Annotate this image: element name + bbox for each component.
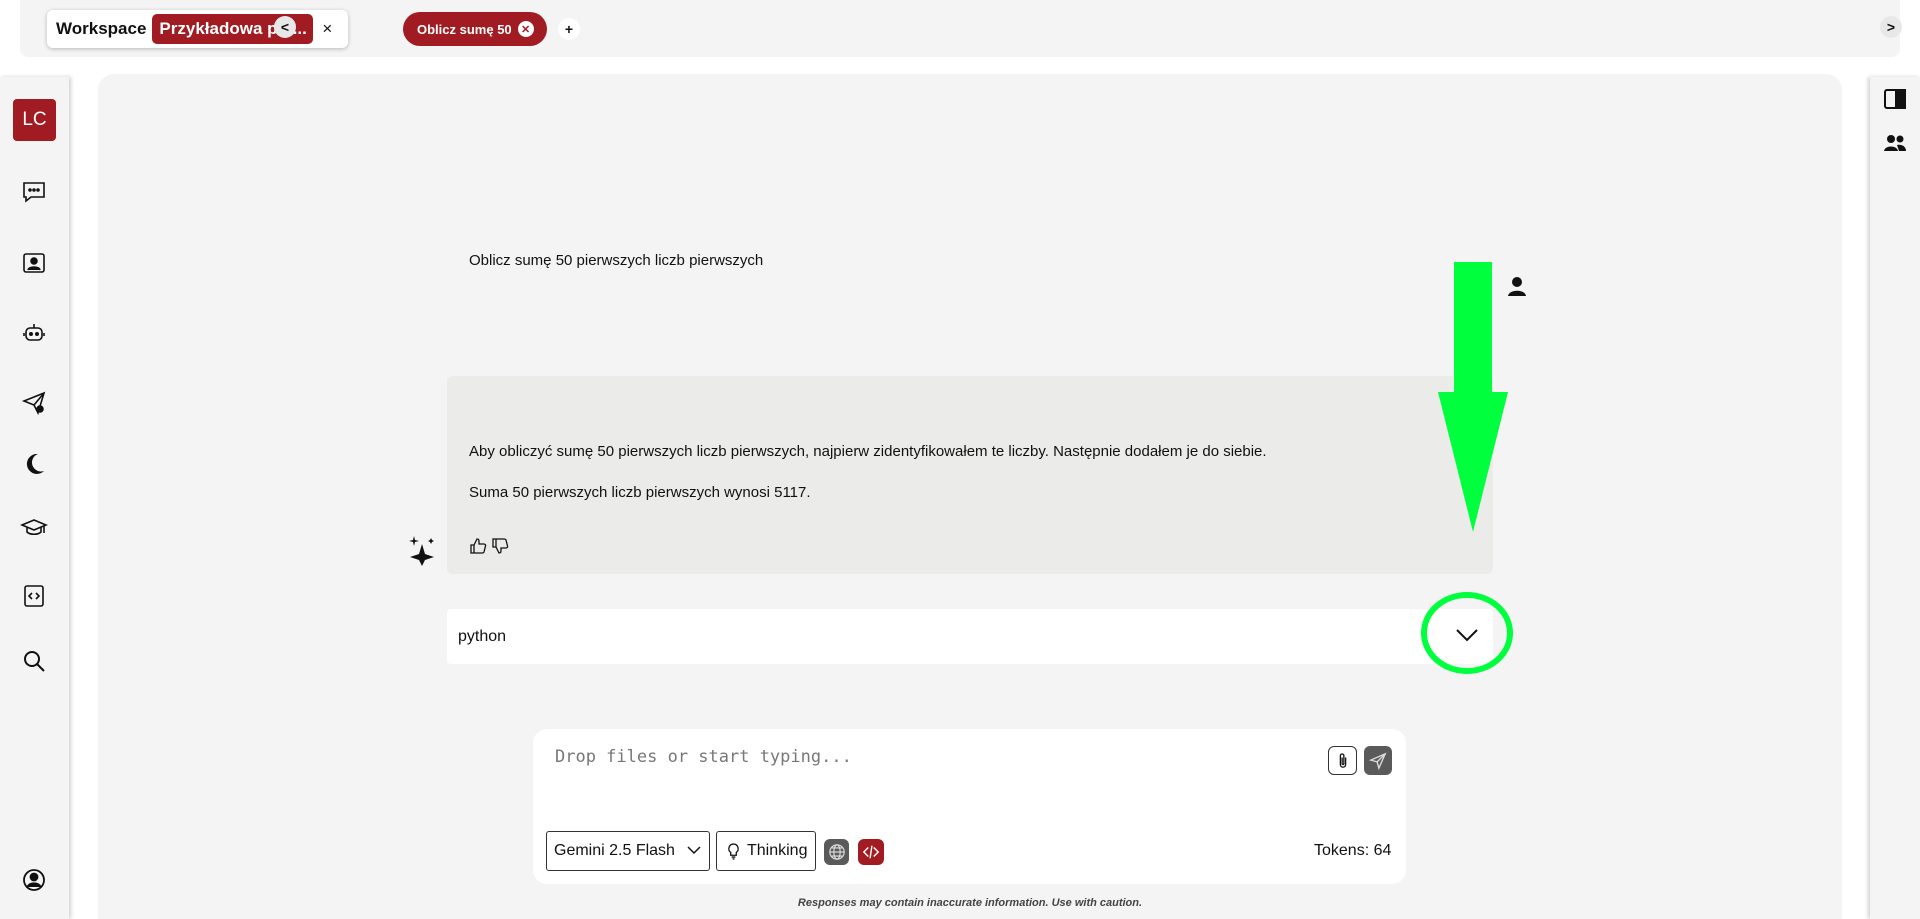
disclaimer-text: Responses may contain inaccurate informa… (797, 897, 1143, 909)
code-execution-icon[interactable] (858, 839, 884, 865)
panel-toggle-icon[interactable] (1882, 86, 1908, 112)
avatar[interactable]: LC (13, 99, 56, 141)
annotation-circle (1421, 592, 1513, 674)
contact-card-icon[interactable] (20, 249, 48, 277)
graduation-cap-icon[interactable] (19, 514, 49, 542)
send-alert-icon[interactable] (20, 388, 48, 416)
left-sidebar: LC (0, 77, 69, 919)
workspace-label: Workspace (56, 19, 147, 38)
token-count: Tokens: 64 (1314, 842, 1392, 859)
right-sidebar (1870, 77, 1920, 919)
tab-active-chat-label: Oblicz sumę 50 (417, 21, 512, 37)
robot-icon[interactable] (20, 319, 48, 347)
user-message: Oblicz sumę 50 pierwszych liczb pierwszy… (469, 252, 764, 269)
composer: Gemini 2.5 Flash Thinking Tokens: 64 (533, 729, 1406, 884)
close-tab-icon[interactable]: ✕ (517, 21, 534, 37)
chevron-down-icon (687, 846, 701, 855)
next-tabs-button[interactable]: > (1880, 16, 1902, 38)
ai-response-paragraph: Aby obliczyć sumę 50 pierwszych liczb pi… (469, 443, 1267, 460)
thinking-label: Thinking (747, 842, 808, 859)
code-block[interactable]: python (447, 609, 1493, 664)
account-circle-icon[interactable] (20, 866, 48, 894)
add-tab-button[interactable]: + (558, 18, 580, 40)
top-bar: Workspace Przykładowa prz... × < Oblicz … (20, 0, 1902, 57)
attach-icon[interactable] (1328, 746, 1357, 775)
close-workspace-icon[interactable]: × (322, 19, 332, 39)
model-select[interactable]: Gemini 2.5 Flash (546, 831, 710, 871)
search-icon[interactable] (20, 647, 48, 675)
ai-response: Aby obliczyć sumę 50 pierwszych liczb pi… (447, 376, 1493, 574)
ai-response-paragraph: Suma 50 pierwszych liczb pierwszych wyno… (469, 484, 811, 501)
thumbs-down-icon[interactable] (491, 537, 509, 555)
model-select-value: Gemini 2.5 Flash (554, 842, 675, 859)
chat-icon[interactable] (20, 178, 48, 206)
lightbulb-icon (728, 842, 739, 860)
web-search-globe-icon[interactable] (824, 839, 849, 865)
tab-active-chat[interactable]: Oblicz sumę 50 ✕ (403, 12, 547, 46)
send-icon[interactable] (1364, 746, 1392, 775)
prev-tabs-button[interactable]: < (274, 16, 296, 38)
message-input[interactable] (555, 747, 1315, 767)
thinking-toggle[interactable]: Thinking (716, 831, 816, 871)
code-file-icon[interactable] (20, 582, 48, 610)
users-icon[interactable] (1882, 130, 1908, 156)
moon-icon[interactable] (20, 450, 48, 478)
workspace-chip[interactable]: Workspace Przykładowa prz... × (47, 10, 348, 48)
code-language-label: python (458, 628, 507, 645)
ai-sparkle-icon (409, 536, 435, 566)
annotation-arrow-icon (1438, 262, 1508, 532)
thumbs-up-icon[interactable] (469, 537, 487, 555)
